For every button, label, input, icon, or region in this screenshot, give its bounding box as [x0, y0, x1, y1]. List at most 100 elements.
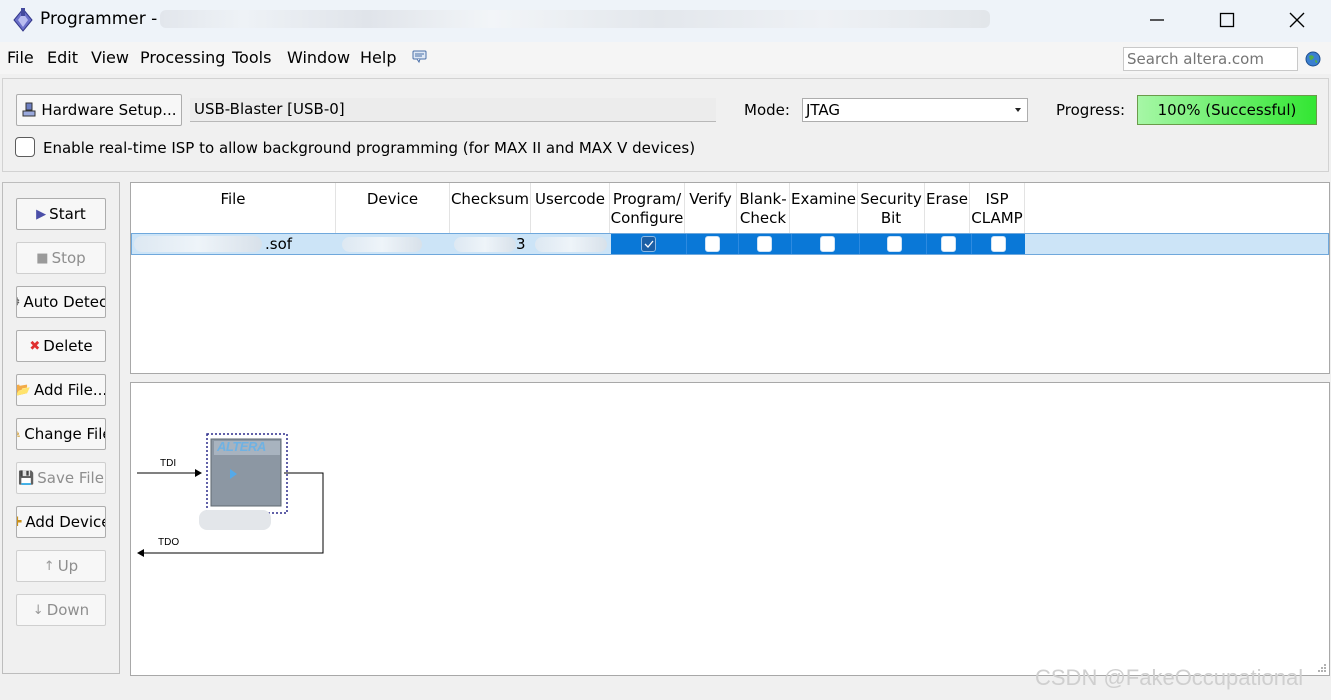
tool-button-label: Up: [57, 557, 79, 575]
jtag-chain-svg: [137, 433, 324, 557]
check-icon: [644, 240, 654, 248]
down-icon: ↓: [32, 602, 44, 618]
stop-button[interactable]: ■ Stop: [16, 242, 106, 274]
tdi-label: TDI: [160, 458, 177, 469]
checksum-visible: 3: [516, 235, 526, 253]
menu-window[interactable]: Window: [287, 48, 350, 67]
hardware-setup-button[interactable]: Hardware Setup...: [16, 94, 182, 126]
help-chat-icon[interactable]: [412, 50, 428, 64]
checksum-redacted: [454, 237, 516, 252]
progress-label: Progress:: [1056, 101, 1126, 119]
blank-check-checkbox[interactable]: [757, 236, 772, 252]
col-erase[interactable]: Erase: [925, 183, 970, 233]
menu-file[interactable]: File: [7, 48, 34, 67]
erase-checkbox[interactable]: [941, 236, 956, 252]
minimize-icon: [1150, 19, 1164, 21]
auto-detect-button[interactable]: ⚙Auto Detect: [16, 286, 106, 318]
hardware-panel: [2, 78, 1329, 172]
close-icon: [1289, 12, 1305, 28]
col-blank-check[interactable]: Blank- Check: [737, 183, 790, 233]
program-configure-checkbox[interactable]: [641, 236, 656, 252]
col-checksum[interactable]: Checksum: [450, 183, 531, 233]
tool-button-label: Down: [46, 601, 90, 619]
minimize-button[interactable]: [1122, 0, 1192, 40]
change-file-button[interactable]: ✎Change File: [16, 418, 106, 450]
hardware-device-field: USB-Blaster [USB-0]: [190, 98, 716, 122]
menu-processing[interactable]: Processing: [140, 48, 225, 67]
hardware-icon: [22, 102, 36, 117]
tool-button-label: Change File: [24, 425, 106, 443]
mode-value: JTAG: [806, 101, 841, 119]
tool-button-label: Save File: [37, 469, 104, 487]
delete-icon: ✖: [29, 338, 41, 354]
auto-detect-icon: ⚙: [17, 295, 21, 310]
delete-button[interactable]: ✖ Delete: [16, 330, 106, 362]
stop-icon: ■: [36, 250, 49, 266]
row-file-ext: .sof: [265, 235, 293, 253]
tool-button-label: Delete: [43, 337, 93, 355]
progress-text: 100% (Successful): [1157, 101, 1297, 119]
tool-button-label: Start: [49, 205, 86, 223]
isp-clamp-checkbox[interactable]: [991, 236, 1006, 252]
up-icon: ↑: [43, 558, 55, 574]
menu-edit[interactable]: Edit: [47, 48, 78, 67]
save-file-button[interactable]: 💾 Save File: [16, 462, 106, 494]
security-bit-checkbox[interactable]: [887, 236, 902, 252]
options-selection: [611, 234, 1025, 254]
device-table: File Device Checksum Usercode Program/ C…: [130, 182, 1330, 374]
verify-checkbox[interactable]: [705, 236, 720, 252]
mode-select[interactable]: JTAG: [802, 98, 1028, 122]
watermark: CSDN @FakeOccupational: [1035, 665, 1304, 690]
tool-button-label: Add Device: [25, 513, 106, 531]
start-button[interactable]: ▶ Start: [16, 198, 106, 230]
col-verify[interactable]: Verify: [685, 183, 737, 233]
col-file[interactable]: File: [131, 183, 336, 233]
chip-brand-logo: ALTERA: [217, 439, 266, 454]
table-row[interactable]: .sof 3: [131, 233, 1329, 255]
add-file-icon: 📂: [16, 382, 31, 398]
tool-button-label: Add File...: [33, 381, 106, 399]
start-icon: ▶: [36, 206, 47, 222]
menu-tools[interactable]: Tools: [232, 48, 271, 67]
add-device-button[interactable]: ✚Add Device: [16, 506, 106, 538]
isp-checkbox[interactable]: [15, 137, 35, 157]
menu-view[interactable]: View: [91, 48, 129, 67]
resize-grip-icon[interactable]: [1317, 663, 1327, 673]
tool-button-label: Auto Detect: [23, 293, 106, 311]
dropdown-arrow-icon: [1015, 108, 1021, 112]
hardware-setup-label: Hardware Setup...: [41, 101, 177, 119]
down-button[interactable]: ↓ Down: [16, 594, 106, 626]
title-redacted: [160, 10, 990, 28]
tool-button-label: Stop: [51, 249, 86, 267]
maximize-button[interactable]: [1192, 0, 1262, 40]
add-device-icon: ✚: [17, 515, 22, 530]
menu-help[interactable]: Help: [360, 48, 396, 67]
file-name-redacted: [134, 236, 262, 252]
mode-label: Mode:: [744, 101, 790, 119]
col-device[interactable]: Device: [336, 183, 450, 233]
save-file-icon: 💾: [18, 470, 35, 486]
up-button[interactable]: ↑ Up: [16, 550, 106, 582]
search-input[interactable]: [1123, 47, 1298, 71]
title-bar: Programmer -: [0, 0, 1331, 42]
maximize-icon: [1219, 12, 1235, 28]
progress-bar: 100% (Successful): [1137, 95, 1317, 125]
col-isp-clamp[interactable]: ISP CLAMP: [970, 183, 1025, 233]
usercode-redacted: [535, 237, 607, 252]
row-file-cell: .sof: [132, 234, 337, 254]
tdo-label: TDO: [158, 537, 180, 548]
add-file-button[interactable]: 📂 Add File...: [16, 374, 106, 406]
globe-icon[interactable]: [1305, 51, 1321, 67]
isp-label: Enable real-time ISP to allow background…: [43, 139, 696, 157]
chain-diagram: ALTERA TDI TDO: [130, 382, 1330, 676]
col-examine[interactable]: Examine: [790, 183, 858, 233]
col-usercode[interactable]: Usercode: [531, 183, 610, 233]
programmer-app-icon: [13, 8, 33, 32]
change-file-icon: ✎: [17, 427, 21, 442]
examine-checkbox[interactable]: [820, 236, 835, 252]
close-button[interactable]: [1262, 0, 1331, 40]
device-redacted: [342, 237, 422, 252]
col-program-configure[interactable]: Program/ Configure: [610, 183, 685, 233]
window-title: Programmer -: [40, 9, 158, 29]
col-security-bit[interactable]: Security Bit: [858, 183, 925, 233]
